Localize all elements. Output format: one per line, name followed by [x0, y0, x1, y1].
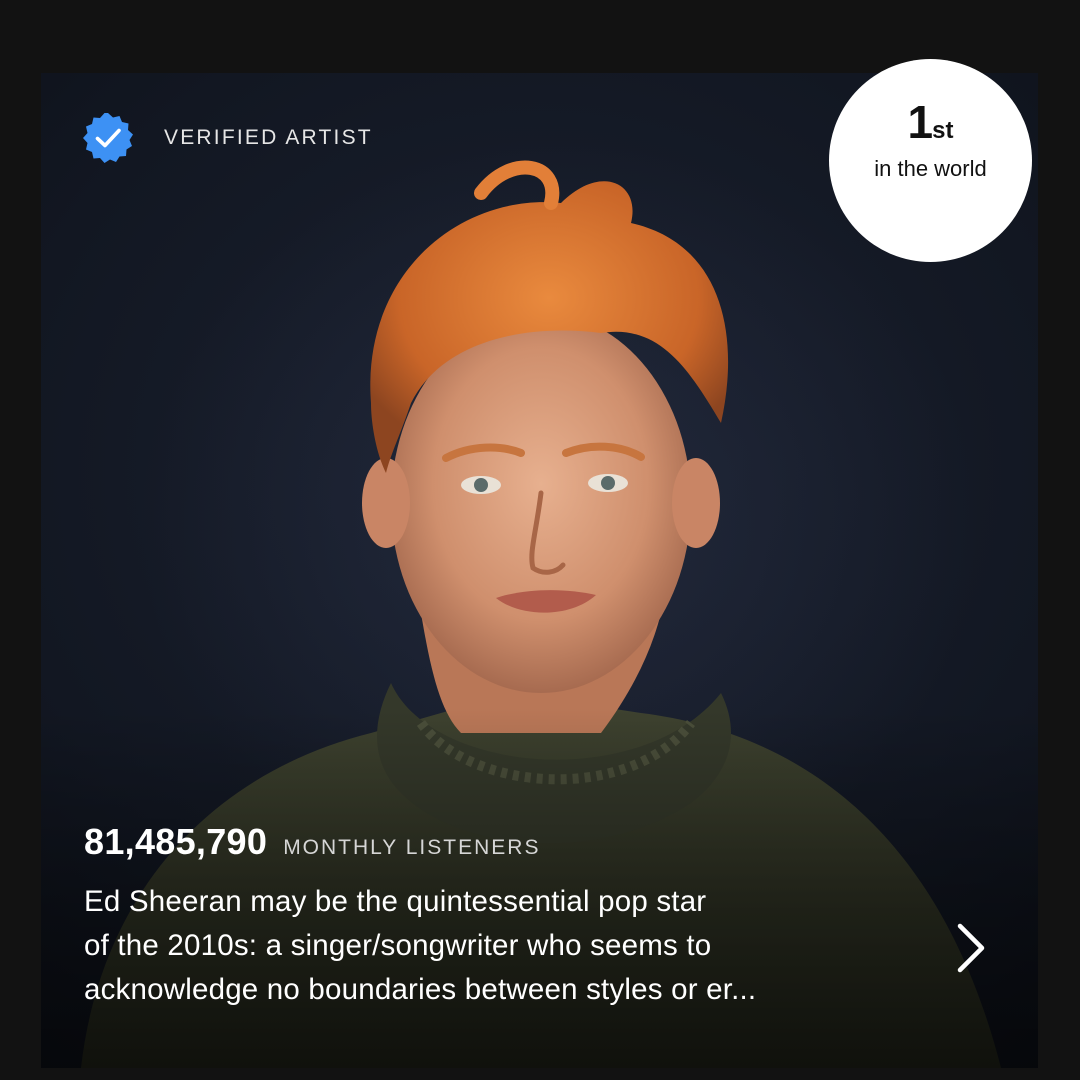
rank-number: 1st [829, 99, 1032, 154]
rank-suffix: st [932, 117, 954, 144]
world-rank-badge: 1st in the world [829, 59, 1032, 262]
monthly-listeners-label: MONTHLY LISTENERS [283, 836, 541, 859]
rank-value: 1 [907, 96, 934, 148]
bio-line: of the 2010s: a singer/songwriter who se… [84, 929, 712, 962]
verified-badge-icon [83, 113, 133, 163]
artist-bio[interactable]: Ed Sheeran may be the quintessential pop… [84, 880, 924, 1012]
monthly-listeners: 81,485,790 MONTHLY LISTENERS [84, 821, 540, 863]
chevron-right-icon[interactable] [950, 920, 992, 976]
verified-artist-badge: VERIFIED ARTIST [82, 112, 373, 164]
bio-line: Ed Sheeran may be the quintessential pop… [84, 885, 707, 918]
bio-line: acknowledge no boundaries between styles… [84, 973, 757, 1006]
rank-caption: in the world [874, 156, 987, 181]
verified-artist-label: VERIFIED ARTIST [164, 126, 373, 149]
monthly-listeners-count: 81,485,790 [84, 821, 268, 862]
